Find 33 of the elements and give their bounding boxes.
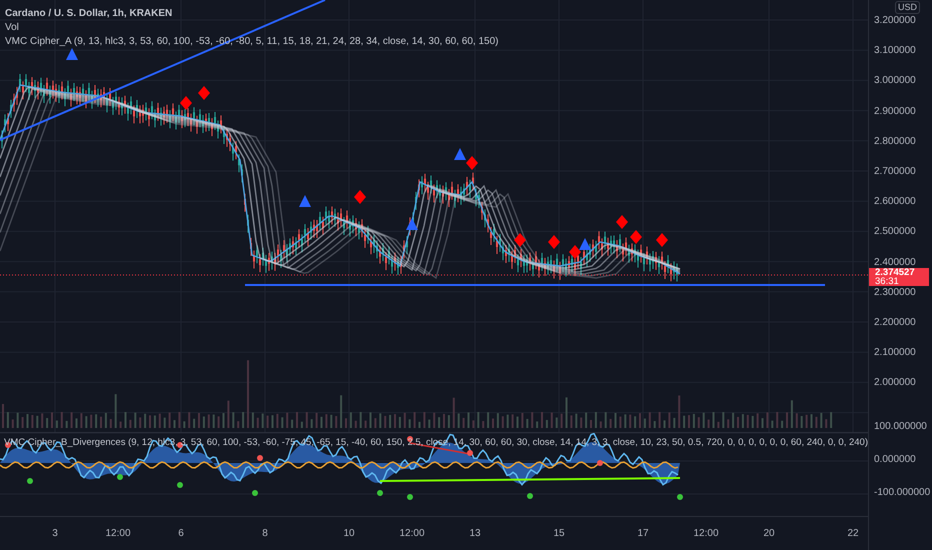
price-label: 2.200000 — [874, 317, 916, 328]
currency-label: USD — [895, 1, 920, 14]
last-price: 2.374527 — [875, 268, 916, 277]
oscillator-label: 0.000000 — [874, 454, 916, 465]
price-label: 3.000000 — [874, 75, 916, 86]
time-label: 3 — [52, 528, 58, 539]
price-label: 2.500000 — [874, 226, 916, 238]
time-label: 12:00 — [399, 528, 425, 539]
symbol-title: Cardano / U. S. Dollar, 1h, KRAKEN — [5, 8, 174, 19]
oscillator-label: 100.000000 — [874, 421, 927, 432]
time-label: 6 — [178, 528, 184, 539]
price-label: 2.700000 — [874, 166, 916, 177]
time-label: 20 — [763, 528, 775, 539]
time-label: 22 — [847, 528, 859, 539]
time-label: 17 — [637, 528, 649, 539]
time-label: 13 — [469, 528, 481, 539]
time-label: 10 — [343, 528, 355, 539]
price-label: 2.000000 — [874, 377, 916, 388]
time-label: 12:00 — [693, 528, 719, 539]
price-label: 3.100000 — [874, 45, 916, 56]
time-label: 12:00 — [105, 528, 131, 539]
price-label: 2.600000 — [874, 196, 916, 208]
price-label: 2.400000 — [874, 256, 916, 268]
indicator-label: Vol — [5, 22, 20, 33]
price-label: 3.200000 — [874, 15, 916, 26]
countdown-timer: 36:31 — [875, 277, 900, 286]
time-label: 8 — [262, 528, 268, 539]
price-label: 2.300000 — [874, 286, 916, 298]
price-label: 2.800000 — [874, 136, 916, 147]
oscillator-label: -100.000000 — [874, 487, 930, 498]
price-label: 2.900000 — [874, 106, 916, 117]
price-label: 2.100000 — [874, 347, 916, 358]
time-label: 15 — [553, 528, 565, 539]
